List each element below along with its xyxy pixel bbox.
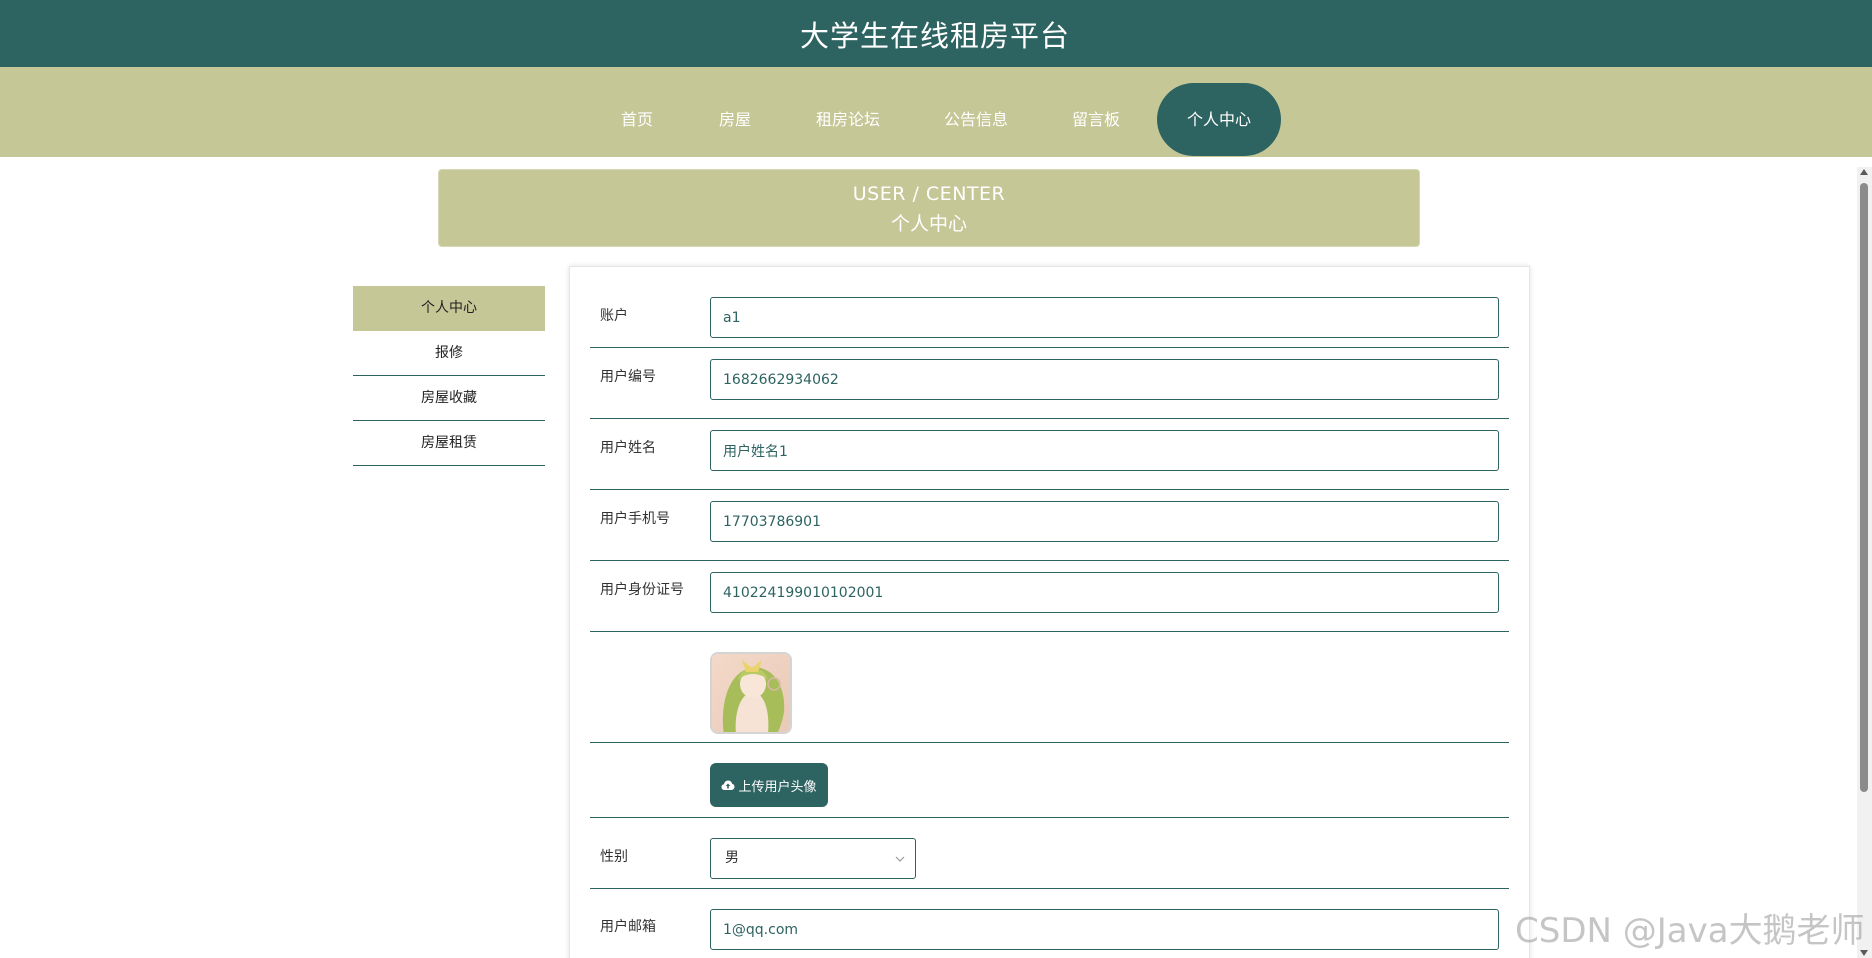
nav-item-home[interactable]: 首页: [606, 83, 668, 156]
nav-item-forum[interactable]: 租房论坛: [805, 83, 891, 156]
form-row-avatar: [590, 632, 1509, 743]
banner-title-cn: 个人中心: [890, 213, 967, 235]
id-card-label: 用户身份证号: [600, 582, 684, 598]
form-row-id-card: 用户身份证号: [590, 561, 1509, 632]
form-row-gender: 性别 男: [590, 818, 1509, 889]
account-label: 账户: [600, 308, 628, 324]
gender-select[interactable]: 男: [710, 838, 916, 879]
phone-input[interactable]: [710, 501, 1499, 542]
nav-item-messages[interactable]: 留言板: [1060, 83, 1132, 156]
nav-item-user-center[interactable]: 个人中心: [1157, 83, 1281, 156]
profile-form-panel: 账户 用户编号 用户姓名 用户手机号 用户身份证号: [569, 266, 1530, 958]
form-row-upload: 上传用户头像: [590, 743, 1509, 818]
upload-button-label: 上传用户头像: [738, 779, 817, 795]
sidebar-item-user-center[interactable]: 个人中心: [353, 286, 545, 331]
phone-label: 用户手机号: [600, 511, 670, 527]
email-input[interactable]: [710, 909, 1499, 950]
user-name-input[interactable]: [710, 430, 1499, 471]
sidebar-item-rental[interactable]: 房屋租赁: [353, 421, 545, 466]
upload-avatar-button[interactable]: 上传用户头像: [710, 763, 828, 807]
main-nav: 首页 房屋 租房论坛 公告信息 留言板 个人中心: [0, 67, 1872, 157]
nav-item-notices[interactable]: 公告信息: [932, 83, 1020, 156]
user-avatar[interactable]: [710, 652, 792, 734]
header-bar: 大学生在线租房平台: [0, 0, 1872, 67]
avatar-image: [712, 654, 790, 732]
page-banner: USER / CENTER 个人中心: [438, 169, 1420, 247]
sidebar-item-repair[interactable]: 报修: [353, 331, 545, 376]
user-name-label: 用户姓名: [600, 440, 656, 456]
page-scrollbar[interactable]: [1857, 167, 1872, 958]
user-no-input[interactable]: [710, 359, 1499, 400]
account-input[interactable]: [710, 297, 1499, 338]
form-row-user-name: 用户姓名: [590, 419, 1509, 490]
form-row-account: 账户: [590, 267, 1509, 348]
banner-title-en: USER / CENTER: [852, 183, 1006, 205]
gender-selected-value: 男: [725, 850, 739, 866]
form-row-phone: 用户手机号: [590, 490, 1509, 561]
gender-label: 性别: [600, 849, 628, 865]
scroll-up-arrow-icon[interactable]: [1860, 169, 1868, 175]
email-label: 用户邮箱: [600, 919, 656, 935]
watermark: CSDN @Java大鹅老师: [1515, 911, 1865, 951]
sidebar: 个人中心 报修 房屋收藏 房屋租赁: [353, 286, 545, 466]
id-card-input[interactable]: [710, 572, 1499, 613]
form-row-user-no: 用户编号: [590, 348, 1509, 419]
site-title: 大学生在线租房平台: [799, 18, 1070, 53]
nav-item-houses[interactable]: 房屋: [704, 83, 766, 156]
scroll-thumb[interactable]: [1860, 183, 1868, 792]
cloud-upload-icon: [721, 780, 735, 790]
chevron-down-icon: [895, 839, 905, 878]
user-no-label: 用户编号: [600, 369, 656, 385]
form-row-email: 用户邮箱: [590, 889, 1509, 958]
sidebar-item-favorites[interactable]: 房屋收藏: [353, 376, 545, 421]
